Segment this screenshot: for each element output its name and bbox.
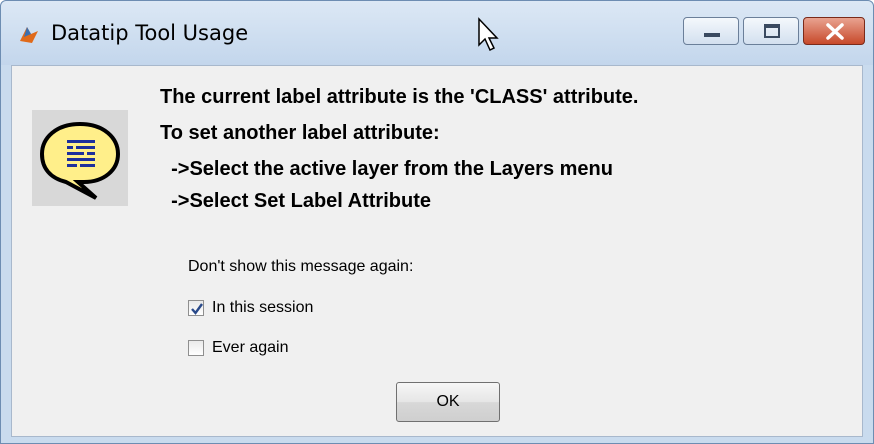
maximize-button[interactable]: [743, 17, 799, 45]
message-line-3: ->Select the active layer from the Layer…: [160, 158, 613, 180]
in-session-label: In this session: [212, 299, 314, 316]
matlab-icon: [20, 27, 38, 43]
mouse-cursor-icon: [478, 17, 499, 52]
in-session-checkbox[interactable]: [188, 300, 204, 316]
window-title: Datatip Tool Usage: [51, 21, 249, 45]
message-line-2: To set another label attribute:: [160, 122, 440, 144]
minimize-button[interactable]: [683, 17, 739, 45]
ok-button[interactable]: OK: [396, 382, 500, 422]
title-bar[interactable]: Datatip Tool Usage: [1, 1, 873, 65]
minimize-icon: [704, 33, 720, 37]
ever-again-checkbox[interactable]: [188, 340, 204, 356]
speech-bubble-info-icon: [32, 110, 128, 206]
ever-again-label: Ever again: [212, 339, 289, 356]
maximize-icon: [764, 24, 780, 38]
message-line-1: The current label attribute is the 'CLAS…: [160, 86, 639, 108]
message-line-4: ->Select Set Label Attribute: [160, 190, 431, 212]
close-icon: [826, 23, 844, 40]
dont-show-prompt: Don't show this message again:: [188, 258, 414, 275]
dialog-body: The current label attribute is the 'CLAS…: [11, 65, 863, 437]
check-icon: [191, 303, 203, 315]
close-button[interactable]: [803, 17, 865, 45]
dialog-window: Datatip Tool Usage The current label att…: [0, 0, 874, 444]
